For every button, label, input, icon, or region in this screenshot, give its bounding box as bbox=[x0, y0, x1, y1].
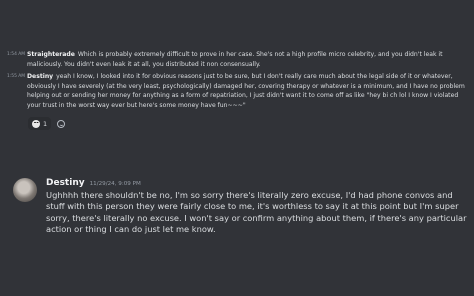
reaction-bar: 1 bbox=[28, 117, 67, 130]
message-content: Destiny yeah I know, I looked into it for… bbox=[27, 72, 470, 110]
reaction-count: 1 bbox=[43, 119, 48, 128]
message-text: yeah I know, I looked into it for obviou… bbox=[27, 73, 465, 109]
message-text: Ughhhh there shouldn't be no, I'm so sor… bbox=[46, 190, 467, 235]
add-reaction-button[interactable] bbox=[55, 117, 67, 130]
message-timestamp: 1:55 AM bbox=[7, 74, 26, 79]
avatar[interactable] bbox=[13, 178, 37, 202]
message-header: Destiny 11/29/24, 9:09 PM bbox=[46, 178, 141, 188]
message-timestamp: 1:54 AM bbox=[7, 52, 26, 57]
skull-icon bbox=[32, 119, 40, 128]
message-timestamp: 11/29/24, 9:09 PM bbox=[89, 181, 141, 187]
message-author[interactable]: Destiny bbox=[27, 73, 53, 80]
message-author[interactable]: Straighterade bbox=[27, 51, 75, 58]
smiley-icon bbox=[57, 119, 66, 128]
message-author[interactable]: Destiny bbox=[46, 178, 85, 188]
reaction-skull[interactable]: 1 bbox=[28, 117, 52, 130]
message-content: Straighterade Which is probably extremely… bbox=[27, 50, 470, 69]
message-text: Which is probably extremely difficult to… bbox=[27, 51, 443, 68]
